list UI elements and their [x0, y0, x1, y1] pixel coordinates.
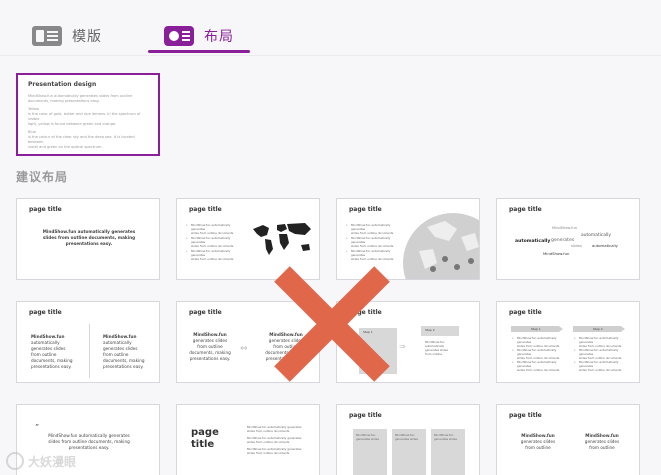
thumb-text: from outline	[425, 352, 443, 356]
layout-thumb-world-map[interactable]: page title MindShow.fun automatically ge…	[176, 198, 320, 280]
layout-thumb-globe[interactable]: page title MindShow.fun automatically ge…	[336, 198, 480, 280]
thumb-text: MindShow.fun	[543, 251, 570, 256]
watermark-text: 大妖漫眼	[28, 454, 77, 469]
thumb-text: presentations easy.	[68, 445, 110, 450]
thumb-text: MindShow.fun automatically generates	[579, 336, 619, 344]
thumb-text: from outline	[525, 445, 551, 450]
tab-bar: 模版 布局	[0, 0, 661, 56]
thumb-text: slides from outline documents	[351, 244, 394, 248]
thumb-title: page title	[29, 309, 62, 316]
thumb-text: presentations easy.	[31, 364, 72, 369]
thumb-text: slides from outline documents	[579, 368, 622, 372]
layout-thumb-big-title[interactable]: page title MindShow.fun automatically ge…	[176, 404, 320, 475]
thumb-text: MindShow.fun automatically generates	[351, 223, 391, 231]
thumb-text: slides from outline documents	[191, 244, 234, 248]
layout-panel: 模版 布局 Presentation design MindShow.fun a…	[0, 0, 661, 475]
tab-template[interactable]: 模版	[32, 22, 102, 50]
thumb-text: MindShow.fun automatically generates	[517, 336, 557, 344]
thumb-text: MindShow.fun automatically generates	[579, 360, 619, 368]
layout-thumb-word-cloud[interactable]: page title MindShow.fun automatically au…	[496, 198, 640, 280]
layout-thumb-two-columns[interactable]: page title MindShow.fun automatically ge…	[16, 301, 160, 383]
thumb-text: generates slides	[356, 437, 379, 441]
thumb-text: slides from outline documents	[351, 257, 394, 261]
thumb-text: MindShow.fun automatically generates	[517, 348, 557, 356]
suggested-layouts-heading: 建议布局	[16, 170, 69, 184]
layout-thumb-steps-list[interactable]: page title Step 1 Step 2 MindShow.fun au…	[496, 301, 640, 383]
template-icon	[32, 26, 62, 46]
thumb-text: MindShow.fun	[552, 226, 577, 230]
thumb-text: Step 1	[531, 327, 541, 331]
arrow-icon: ⇒	[399, 342, 406, 351]
thumb-title: page title	[189, 206, 222, 213]
thumb-text: from outline	[589, 445, 615, 450]
thumb-text: MindShow.fun automatically generates	[351, 236, 391, 244]
thumb-text: MindShow.fun automatically generates	[351, 249, 391, 257]
tab-layout-label: 布局	[204, 29, 234, 45]
current-slide-text: is the color of gold, butter and ripe le…	[28, 112, 141, 121]
world-map-image	[253, 223, 311, 255]
thumb-text: MindShow.fun automatically generates	[517, 360, 557, 368]
globe-image	[403, 213, 479, 279]
thumb-text: Step 2	[593, 327, 603, 331]
thumb-text: Step 2	[425, 328, 435, 332]
layout-thumb-three-boxes[interactable]: page title MindShow.fun generates slides …	[336, 404, 480, 475]
thumb-title: page title	[509, 412, 542, 419]
thumb-text: slides from outline documents	[351, 231, 394, 235]
thumb-title: page title	[29, 206, 62, 213]
layout-thumb-text-centered[interactable]: page title MindShow.fun automatically ge…	[16, 198, 160, 280]
tab-template-label: 模版	[72, 29, 102, 45]
layout-thumb-compare[interactable]: page title MindShow.fun generates slides…	[176, 301, 320, 383]
thumb-text: automatically	[515, 239, 551, 244]
thumb-text: presentations easy.	[189, 356, 231, 361]
layout-icon	[164, 26, 194, 46]
thumb-text: MindShow.fun automatically generates	[191, 236, 231, 244]
current-slide-preview[interactable]: Presentation design MindShow.fun automat…	[16, 73, 160, 156]
thumb-text: slides	[571, 243, 582, 248]
thumb-title: page title	[349, 309, 382, 316]
thumb-title: page title	[509, 309, 542, 316]
thumb-text: automatically	[592, 243, 618, 248]
current-slide-title: Presentation design	[28, 81, 97, 88]
thumb-title: page title	[349, 206, 382, 213]
thumb-text: MindShow.fun automatically generates	[191, 223, 231, 231]
tab-layout[interactable]: 布局	[164, 22, 234, 50]
thumb-text: presentations easy.	[103, 364, 144, 369]
thumb-text: slides from outline documents	[517, 368, 560, 372]
double-arrow-icon: ⇔	[240, 344, 248, 354]
thumb-text: MindShow.fun automatically generates	[191, 249, 231, 257]
quote-mark-icon: ”	[35, 423, 40, 432]
watermark-logo-icon	[6, 452, 24, 470]
column-divider	[89, 324, 90, 378]
thumb-text: slides from outline documents	[191, 231, 234, 235]
thumb-text: presentations easy.	[65, 241, 113, 246]
thumb-text: presentations easy.	[265, 356, 307, 361]
thumb-big-title: title	[191, 439, 215, 450]
layout-thumb-two-columns-center[interactable]: page title MindShow.fun generates slides…	[496, 404, 640, 475]
thumb-text: Step 1	[363, 330, 373, 334]
thumb-text: MindShow.fun automatically generates	[579, 348, 619, 356]
thumb-title: page title	[349, 412, 382, 419]
thumb-text: slides from outline documents	[191, 257, 234, 261]
thumb-big-title: page	[191, 427, 219, 438]
thumb-text: generates slides	[395, 437, 418, 441]
watermark: 大妖漫眼	[6, 452, 76, 470]
layout-thumb-steps-boxes[interactable]: page title Step 1 ⇒ Step 2 MindShow.fun …	[336, 301, 480, 383]
current-slide-text: is the colour of the clear sky and the d…	[28, 135, 135, 144]
thumb-title: page title	[509, 206, 542, 213]
thumb-text: automatically	[581, 233, 611, 238]
current-slide-text: violet and green on the optical spectrum…	[28, 145, 103, 149]
thumb-title: page title	[189, 309, 222, 316]
active-tab-indicator	[148, 50, 250, 53]
thumb-text: slides from outline documents	[247, 451, 290, 455]
thumb-text: generates slides	[434, 437, 457, 441]
